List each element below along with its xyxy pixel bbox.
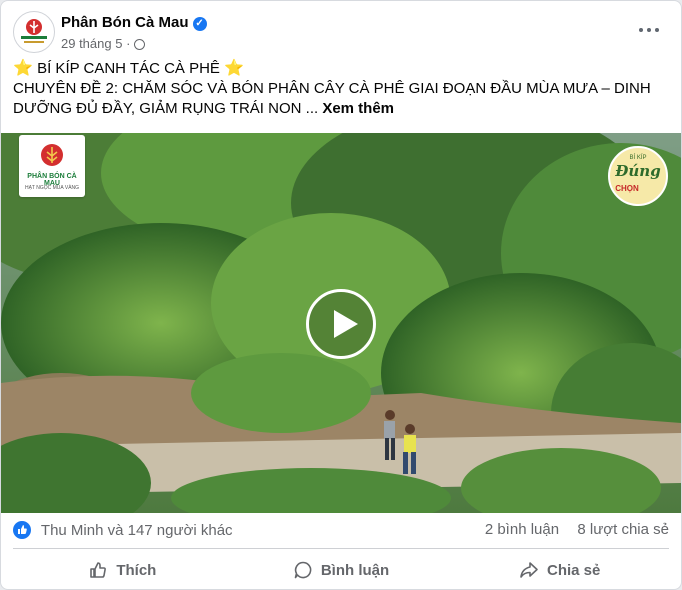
page-avatar[interactable] xyxy=(13,11,55,53)
star-icon: ⭐ xyxy=(224,60,245,77)
brand-logo-icon xyxy=(21,19,47,43)
post-title: BÍ KÍP CANH TÁC CÀ PHÊ xyxy=(37,60,220,77)
comment-icon xyxy=(294,561,312,579)
post-text: ⭐ BÍ KÍP CANH TÁC CÀ PHÊ ⭐ CHUYÊN ĐỀ 2: … xyxy=(13,59,665,119)
play-button-icon[interactable] xyxy=(306,289,376,359)
actions-divider xyxy=(13,548,669,549)
post-header: Phân Bón Cà Mau ✓ 29 tháng 5 · xyxy=(13,11,669,55)
meta-separator: · xyxy=(126,36,131,51)
video-brand-logo: PHÂN BÓN CÀ MAU HẠT NGỌC MÙA VÀNG xyxy=(19,135,85,197)
page-name-text[interactable]: Phân Bón Cà Mau xyxy=(61,14,189,31)
comment-label: Bình luận xyxy=(320,561,390,579)
share-label: Chia sẻ xyxy=(547,561,601,579)
video-player[interactable]: PHÂN BÓN CÀ MAU HẠT NGỌC MÙA VÀNG BÍ KÍP… xyxy=(1,133,681,513)
star-icon: ⭐ xyxy=(13,60,33,77)
facebook-post-card: Phân Bón Cà Mau ✓ 29 tháng 5 · ⭐ BÍ KÍP C… xyxy=(0,0,682,590)
share-button[interactable]: Chia sẻ xyxy=(450,553,669,587)
badge-top: BÍ KÍP xyxy=(629,155,647,161)
post-body-line2: DƯỠNG ĐỦ ĐẦY, GIẢM RỤNG TRÁI NON ... Xem… xyxy=(13,99,665,119)
post-title-line: ⭐ BÍ KÍP CANH TÁC CÀ PHÊ ⭐ xyxy=(13,59,665,79)
like-reaction-icon xyxy=(13,521,31,539)
verified-badge-icon: ✓ xyxy=(192,17,207,31)
more-options-button[interactable] xyxy=(637,17,661,41)
share-icon xyxy=(520,562,538,578)
more-dot-icon xyxy=(639,28,643,32)
post-stats: Thu Minh và 147 người khác 2 bình luận 8… xyxy=(13,521,669,545)
shares-count[interactable]: 8 lượt chia sẻ xyxy=(577,521,669,538)
post-date[interactable]: 29 tháng 5 xyxy=(61,36,122,51)
like-label: Thích xyxy=(116,561,157,579)
globe-icon xyxy=(134,39,146,50)
comment-button[interactable]: Bình luận xyxy=(232,553,451,587)
thumbs-up-icon xyxy=(90,562,107,578)
video-badge: BÍ KÍP Đúng CHỌN xyxy=(608,146,668,206)
more-dot-icon xyxy=(647,28,651,32)
badge-sub: CHỌN xyxy=(615,184,639,193)
page-name[interactable]: Phân Bón Cà Mau ✓ xyxy=(61,14,207,31)
comments-count[interactable]: 2 bình luận xyxy=(485,521,559,538)
post-actions: Thích Bình luận Chia sẻ xyxy=(13,553,669,587)
logo-sub: HẠT NGỌC MÙA VÀNG xyxy=(24,185,80,191)
post-body-line2-text: DƯỠNG ĐỦ ĐẦY, GIẢM RỤNG TRÁI NON ... xyxy=(13,100,319,117)
stats-right: 2 bình luận 8 lượt chia sẻ xyxy=(485,521,669,538)
more-dot-icon xyxy=(655,28,659,32)
like-button[interactable]: Thích xyxy=(13,553,232,587)
post-body-line1: CHUYÊN ĐỀ 2: CHĂM SÓC VÀ BÓN PHÂN CÂY CÀ… xyxy=(13,80,651,97)
badge-text: Đúng xyxy=(615,162,661,180)
see-more-link[interactable]: Xem thêm xyxy=(322,100,394,117)
post-meta: 29 tháng 5 · xyxy=(61,36,146,51)
reactions-count[interactable]: Thu Minh và 147 người khác xyxy=(41,522,233,539)
